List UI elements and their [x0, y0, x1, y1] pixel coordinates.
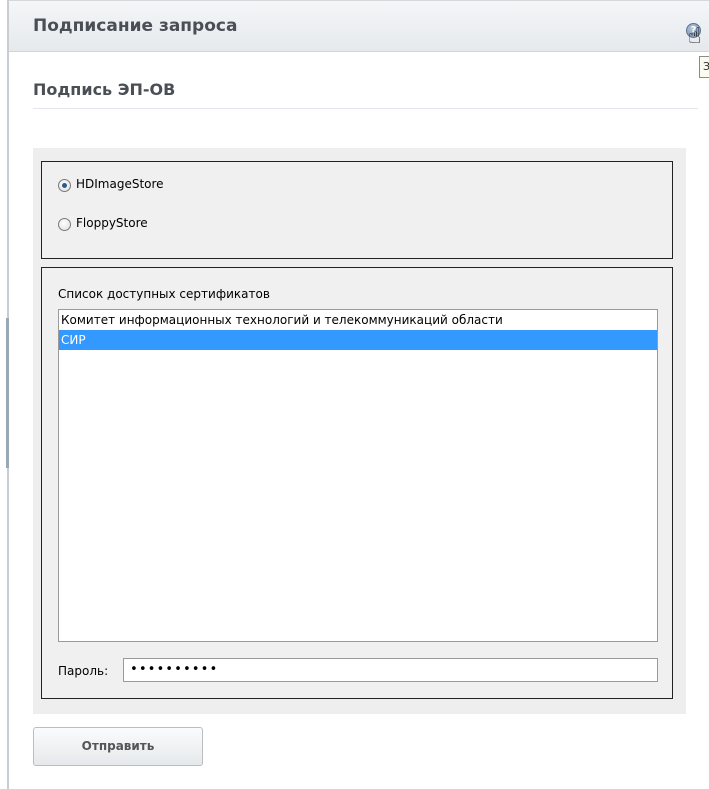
radio-floppystore[interactable]: [58, 218, 71, 231]
certificates-list[interactable]: Комитет информационных технологий и теле…: [58, 309, 658, 642]
radio-selected-dot: [62, 183, 67, 188]
password-field[interactable]: ••••••••••: [123, 658, 658, 682]
dialog-title: Подписание запроса: [33, 16, 238, 36]
radio-floppystore-label[interactable]: FloppyStore: [76, 216, 148, 230]
section-title: Подпись ЭП-ОВ: [33, 80, 176, 99]
section-divider: [33, 108, 698, 109]
list-item[interactable]: Комитет информационных технологий и теле…: [59, 310, 657, 330]
hand-cursor-icon: ☝: [688, 24, 702, 49]
radio-hdimagestore[interactable]: [58, 179, 71, 192]
send-button[interactable]: Отправить: [33, 727, 203, 766]
store-group: [41, 161, 673, 259]
tooltip: З: [699, 56, 709, 78]
password-label: Пароль:: [58, 664, 109, 678]
list-item-selected[interactable]: СИР: [59, 330, 657, 350]
certificates-title: Список доступных сертификатов: [58, 287, 270, 301]
window-left-edge-marker: [6, 318, 9, 468]
radio-hdimagestore-label[interactable]: HDImageStore: [76, 177, 164, 191]
